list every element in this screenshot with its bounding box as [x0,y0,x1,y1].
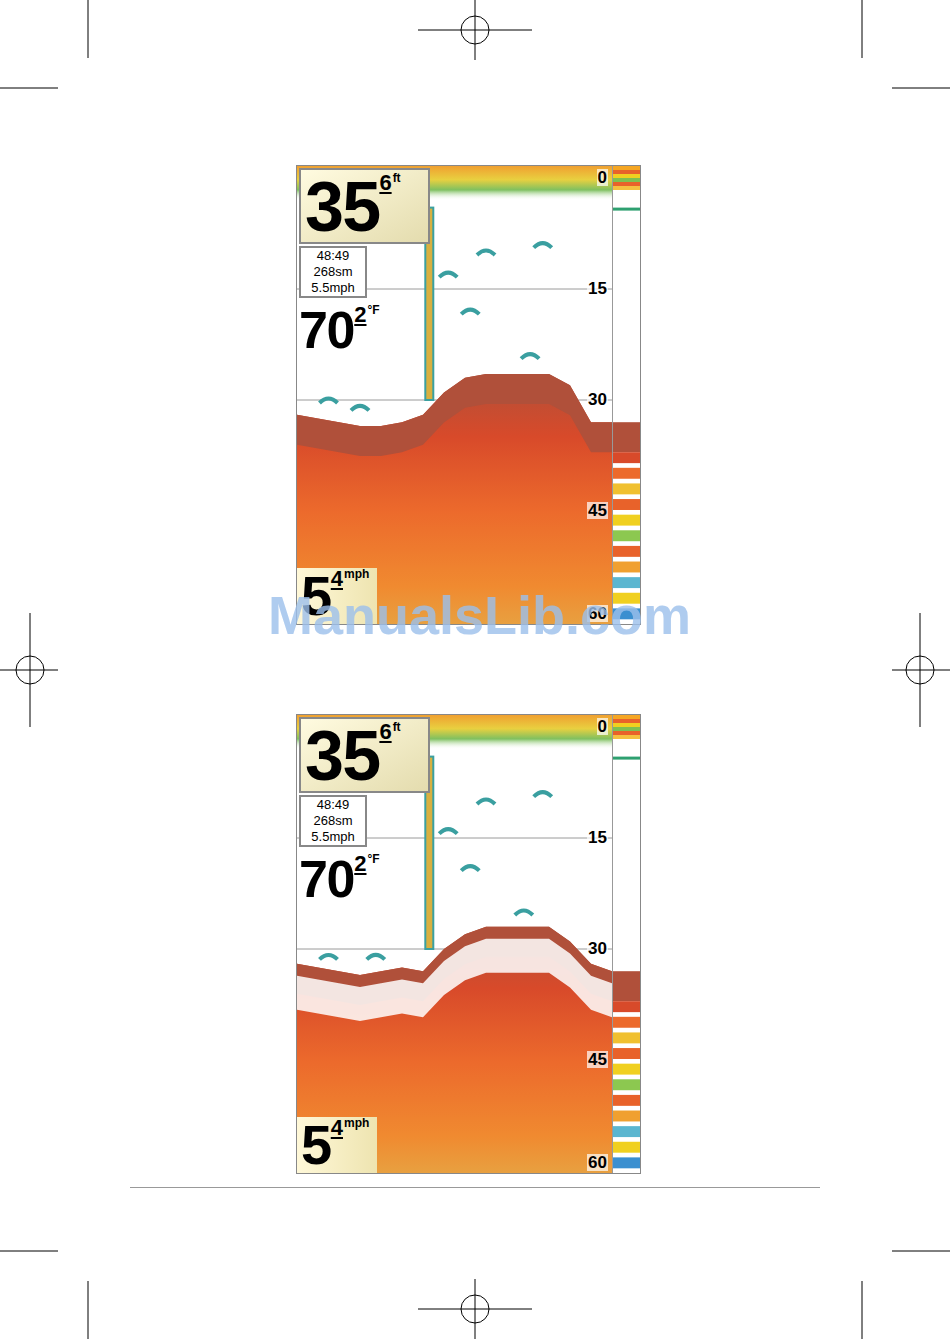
fish-arch [320,399,338,404]
sonar-display: 356ft48:49268sm5.5mph702°F54mph015304560 [296,165,641,625]
fish-arch [320,955,338,960]
footer-rule [130,1187,820,1188]
depth-scale-label: 0 [597,718,608,735]
depth-scale-label: 30 [587,391,608,408]
depth-readout: 356ft [305,172,416,242]
fish-arch [367,955,385,960]
manual-page: 356ft48:49268sm5.5mph702°F54mph015304560… [0,0,950,1339]
fish-arch [351,406,369,411]
fish-arch [477,800,495,805]
sonar-display: 356ft48:49268sm5.5mph 702°F 54mph 0 15 30 45 60 [296,714,641,1174]
fish-arch [439,273,457,278]
depth-scale-label: 15 [587,829,608,846]
depth-scale-label: 15 [587,280,608,297]
depth-scale-label: 60 [587,1154,608,1171]
depth-scale-label: 30 [587,940,608,957]
fish-arch [534,792,552,797]
depth-readout: 356ft [305,721,416,791]
info-box: 48:49268sm5.5mph [299,795,367,847]
fish-arch [461,310,479,315]
depth-scale-label: 45 [587,502,608,519]
fish-arch [461,866,479,871]
info-box: 48:49268sm5.5mph [299,246,367,298]
fish-arch [477,251,495,256]
depth-scale-label: 45 [587,1051,608,1068]
fish-arch [534,243,552,248]
watermark: ManualsLib.com [268,588,691,642]
fish-arch [521,354,539,359]
temperature-readout: 702°F [299,304,380,356]
fish-arch [439,829,457,834]
color-bar [612,166,640,624]
whiteline [297,939,612,1021]
speed-readout: 54mph [301,1117,369,1173]
fish-arch [515,911,533,916]
temperature-readout: 702°F [299,853,380,905]
depth-scale-label: 0 [597,169,608,186]
color-bar [612,715,640,1173]
